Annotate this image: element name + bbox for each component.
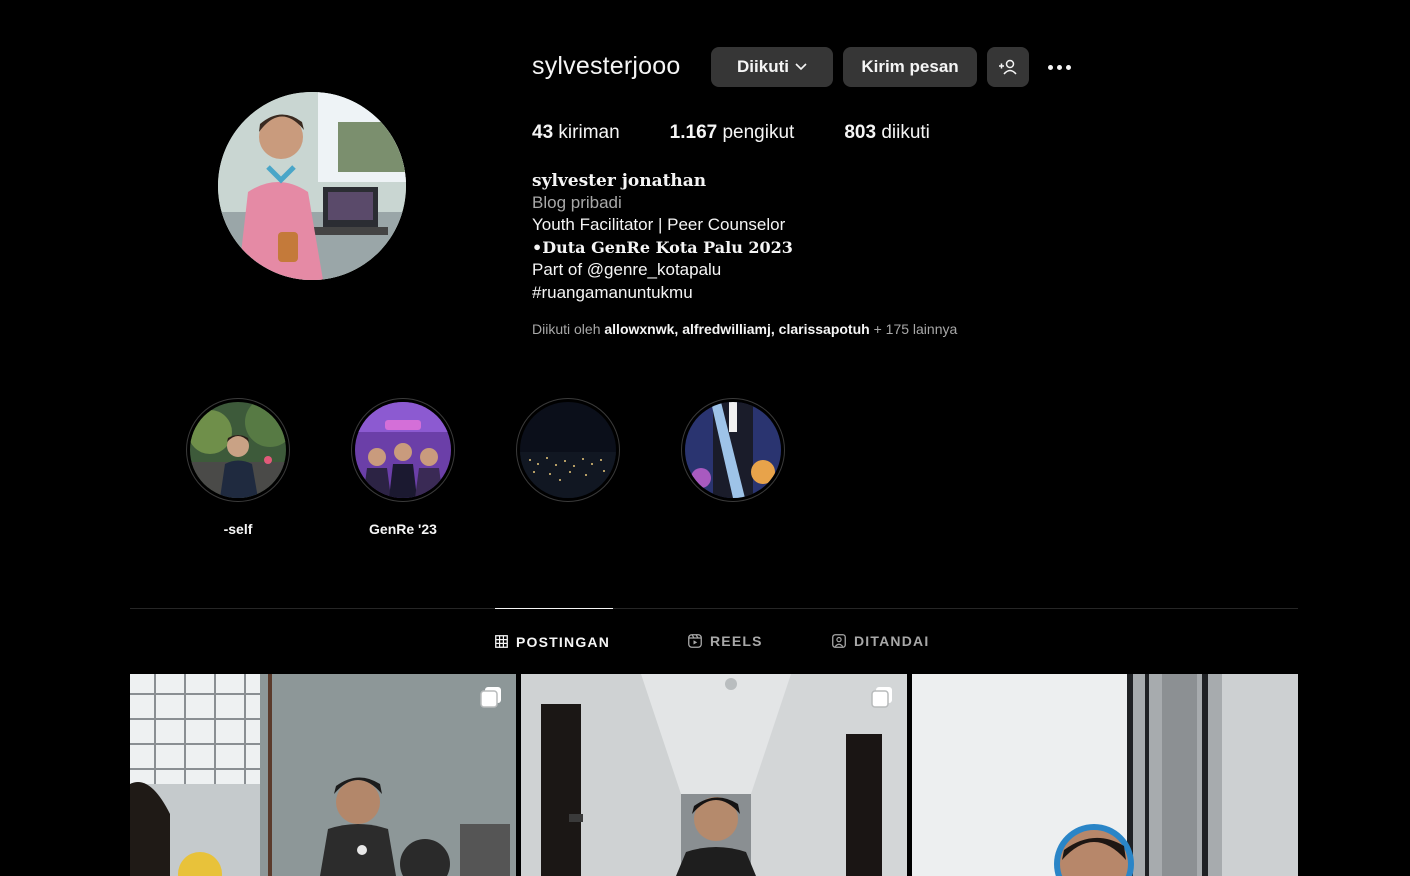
stat-value: 43 xyxy=(532,122,554,143)
tab-tagged[interactable]: DITANDAI xyxy=(832,608,929,674)
highlight-self[interactable]: -self xyxy=(183,398,293,539)
highlight-image xyxy=(355,402,451,498)
tab-reels[interactable]: REELS xyxy=(688,608,763,674)
highlight-cover xyxy=(355,402,451,498)
highlight-cover xyxy=(685,402,781,498)
more-dots-icon xyxy=(1047,64,1053,70)
bio-hashtag[interactable]: #ruangamanuntukmu xyxy=(532,282,1052,305)
stat-label: diikuti xyxy=(881,122,930,143)
highlight-image xyxy=(685,402,781,498)
reels-icon xyxy=(688,634,702,648)
highlight-ring xyxy=(516,398,620,502)
tagged-icon xyxy=(832,634,846,648)
highlight-city-night[interactable] xyxy=(513,398,623,539)
profile-stats: 43 kiriman 1.167 pengikut 803 diikuti xyxy=(532,122,980,144)
following-count[interactable]: 803 diikuti xyxy=(844,122,930,144)
followed-by-prefix: Diikuti oleh xyxy=(532,321,601,337)
comma: , xyxy=(674,321,679,337)
carousel-icon xyxy=(871,687,892,708)
add-person-icon xyxy=(999,59,1017,75)
following-button[interactable]: Diikuti xyxy=(711,47,833,87)
highlight-genre[interactable]: GenRe '23 xyxy=(348,398,458,539)
profile-bio: sylvester jonathan Blog pribadi Youth Fa… xyxy=(532,170,1052,304)
category-label: Blog pribadi xyxy=(532,193,622,212)
bio-line: Youth Facilitator | Peer Counselor xyxy=(532,215,786,234)
highlight-label xyxy=(513,521,623,539)
tab-label: POSTINGAN xyxy=(516,633,611,650)
profile-avatar[interactable] xyxy=(218,92,406,280)
mutual-followers[interactable]: Diikuti oleh allowxnwk, alfredwilliamj, … xyxy=(532,321,957,337)
grid-icon xyxy=(495,635,508,648)
highlight-label: GenRe '23 xyxy=(369,521,437,537)
highlight-ring xyxy=(186,398,290,502)
more-dot xyxy=(1056,64,1062,70)
username: sylvesterjooo xyxy=(532,52,681,80)
more-dot xyxy=(1065,64,1071,70)
avatar-photo xyxy=(218,92,406,280)
highlight-ring xyxy=(351,398,455,502)
mutual-user: allowxnwk xyxy=(604,321,675,337)
stat-label: pengikut xyxy=(722,122,795,143)
mutual-user: alfredwilliamj xyxy=(682,321,771,337)
tab-posts[interactable]: POSTINGAN xyxy=(495,608,613,674)
stat-label: kiriman xyxy=(558,122,620,143)
highlight-image xyxy=(520,402,616,498)
message-button[interactable]: Kirim pesan xyxy=(843,47,977,87)
profile-page: sylvesterjooo Diikuti Kirim pesan 43 kir… xyxy=(0,0,1410,876)
followers-count[interactable]: 1.167 pengikut xyxy=(670,122,795,144)
posts-count: 43 kiriman xyxy=(532,122,620,144)
suggested-users-button[interactable] xyxy=(987,47,1029,87)
highlight-label xyxy=(678,521,788,539)
post-image xyxy=(912,674,1298,876)
full-name: sylvester jonathan xyxy=(532,171,707,191)
highlight-label: -self xyxy=(223,521,253,537)
stat-value: 803 xyxy=(844,122,877,143)
post-thumbnail[interactable] xyxy=(912,674,1298,876)
highlight-ring xyxy=(681,398,785,502)
post-image xyxy=(521,674,907,876)
tab-label: REELS xyxy=(710,633,763,649)
carousel-icon xyxy=(480,687,501,708)
post-thumbnail[interactable] xyxy=(521,674,907,876)
following-label: Diikuti xyxy=(737,57,789,76)
comma: , xyxy=(770,321,775,337)
bio-line: Part of @genre_kotapalu xyxy=(532,260,722,279)
highlight-image xyxy=(190,402,286,498)
tab-label: DITANDAI xyxy=(854,633,930,649)
highlight-sash[interactable] xyxy=(678,398,788,539)
mutual-user: clarissapotuh xyxy=(778,321,870,337)
followed-by-suffix: + 175 lainnya xyxy=(873,321,958,337)
message-label: Kirim pesan xyxy=(861,57,959,76)
post-thumbnail[interactable] xyxy=(130,674,516,876)
bio-line: •Duta GenRe Kota Palu 2023 xyxy=(532,237,793,257)
highlight-cover xyxy=(520,402,616,498)
chevron-down-icon xyxy=(795,63,807,71)
stat-value: 1.167 xyxy=(669,122,718,143)
more-options-button[interactable] xyxy=(1042,55,1076,79)
post-image xyxy=(130,674,516,876)
highlight-cover xyxy=(190,402,286,498)
